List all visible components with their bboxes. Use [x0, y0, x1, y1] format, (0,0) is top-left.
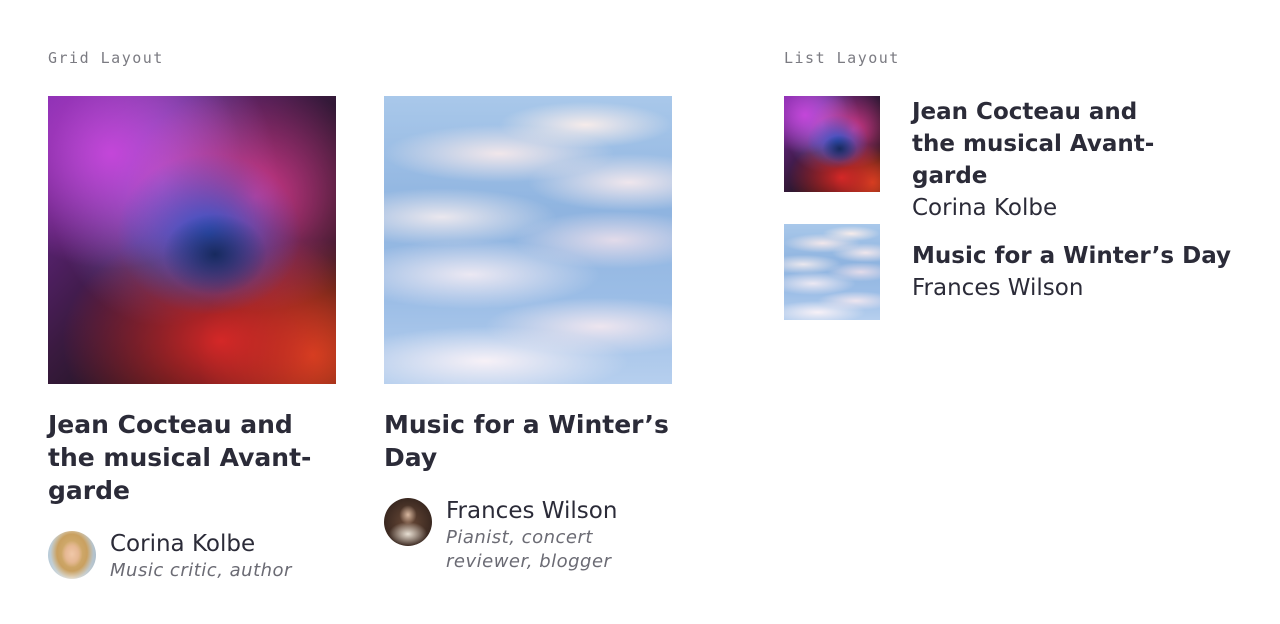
author-avatar[interactable] [384, 498, 432, 546]
list-item-text: Music for a Winter’s Day Frances Wilson [912, 224, 1242, 304]
thumbnail-image-snow[interactable] [784, 224, 880, 320]
grid-layout-label: Grid Layout [48, 49, 164, 67]
grid-card-cocteau[interactable]: Jean Cocteau and the musical Avant-garde… [48, 96, 336, 583]
cover-image-snow[interactable] [384, 96, 672, 384]
list-item-winter[interactable]: Music for a Winter’s Day Frances Wilson [784, 224, 1242, 320]
list-item-author[interactable]: Frances Wilson [912, 272, 1242, 304]
thumbnail-image-abstract[interactable] [784, 96, 880, 192]
card-title[interactable]: Jean Cocteau and the musical Avant-garde [48, 408, 336, 507]
author-details: Frances Wilson Pianist, concert reviewer… [446, 498, 636, 574]
grid-card-winter[interactable]: Music for a Winter’s Day Frances Wilson … [384, 96, 672, 574]
author-details: Corina Kolbe Music critic, author [110, 531, 292, 583]
author-role: Music critic, author [110, 560, 292, 581]
list-item-title[interactable]: Music for a Winter’s Day [912, 240, 1242, 272]
list-layout-label: List Layout [784, 49, 900, 67]
author-byline: Corina Kolbe Music critic, author [48, 531, 336, 583]
author-byline: Frances Wilson Pianist, concert reviewer… [384, 498, 672, 574]
list-item-author[interactable]: Corina Kolbe [912, 192, 1242, 224]
author-name[interactable]: Frances Wilson [446, 498, 636, 524]
cover-image-abstract[interactable] [48, 96, 336, 384]
list-item-cocteau[interactable]: Jean Cocteau and the musical Avant-garde… [784, 96, 1242, 224]
list-item-title[interactable]: Jean Cocteau and the musical Avant-garde [912, 96, 1172, 192]
card-title[interactable]: Music for a Winter’s Day [384, 408, 672, 474]
author-role: Pianist, concert reviewer, blogger [446, 527, 612, 572]
author-name[interactable]: Corina Kolbe [110, 531, 292, 557]
list-item-text: Jean Cocteau and the musical Avant-garde… [912, 96, 1242, 224]
author-avatar[interactable] [48, 531, 96, 579]
